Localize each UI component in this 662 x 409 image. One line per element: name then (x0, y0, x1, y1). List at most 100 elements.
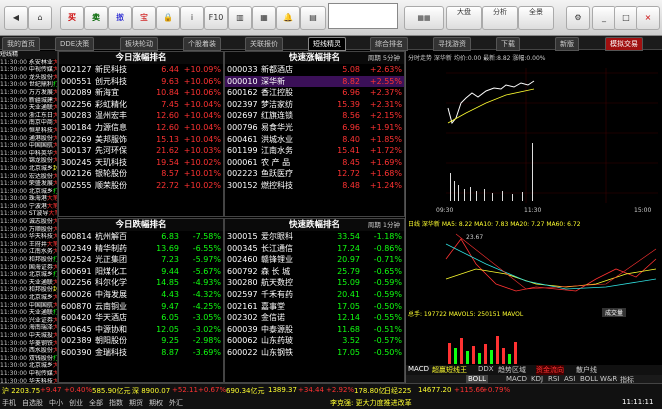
short-line-row[interactable]: 11:30:00 珠海港大笔卖出 (0, 195, 57, 203)
indicator-tab-macd[interactable]: MACD (408, 365, 429, 373)
ranking-row[interactable]: 600792 森 长 城 25.79 -0.65% (225, 266, 404, 278)
short-line-row[interactable]: 11:30:00 万方发展大笔买入 (0, 89, 57, 97)
ranking-row[interactable]: 600022 山东钢铁 17.05 -0.50% (225, 347, 404, 359)
ranking-row[interactable]: 600691 阳煤化工 9.44 -5.67% (59, 266, 223, 278)
short-line-row[interactable]: 11:30:00 中国国航大笔买入 (0, 142, 57, 150)
tab-dde[interactable]: DDE决策 (55, 37, 95, 51)
ranking-row[interactable]: 300152 燃控科技 8.48 +1.24% (225, 180, 404, 192)
bottom-tab-macd[interactable]: MACD (506, 375, 527, 383)
short-line-row[interactable]: 11:30:00 中视传媒大笔卖出 (0, 66, 57, 74)
ranking-row[interactable]: 600645 中源协和 12.05 -3.02% (59, 324, 223, 336)
ranking-row[interactable]: 002524 光正集团 7.23 -5.97% (59, 254, 223, 266)
grid-icon[interactable]: ▦ (252, 6, 276, 30)
short-line-row[interactable]: 11:30:00 北京城乡大笔卖出 (0, 362, 57, 370)
short-line-row[interactable]: 11:30:00 永安林业大笔卖出 (0, 59, 57, 67)
tab-stock[interactable]: 个股着装 (183, 37, 221, 51)
short-line-row[interactable]: 11:30:00 北京城乡打开涨停 (0, 271, 57, 279)
ranking-row[interactable]: 002161 嘉事堂 17.05 -0.50% (225, 301, 404, 313)
indicator-tab-fund-flow[interactable]: 资金流向 (536, 365, 564, 375)
indicator-tab-chaoying[interactable]: 超赢短线王 (432, 365, 467, 375)
short-line-row[interactable]: 11:30:00 浙江东日大笔卖出 (0, 112, 57, 120)
short-line-row[interactable]: 11:30:00 通港股份大笔卖出 (0, 135, 57, 143)
intraday-chart[interactable] (406, 63, 662, 213)
ranking-row[interactable]: 600420 华天酒店 6.05 -3.05% (59, 312, 223, 324)
ranking-row[interactable]: 600026 中海发展 4.43 -4.32% (59, 289, 223, 301)
ranking-row[interactable]: 000551 创元科技 9.63 +10.06% (59, 76, 223, 88)
volume-tag[interactable]: 成交量 (602, 308, 627, 317)
ranking-row[interactable]: 002256 科尔化学 14.85 -4.93% (59, 277, 223, 289)
volume-chart[interactable] (406, 318, 662, 364)
ranking-row[interactable]: 300245 天玑科技 19.54 +10.02% (59, 157, 223, 169)
market-label-3[interactable]: 全景 (518, 6, 554, 30)
short-line-row[interactable]: 11:30:00 王府井大笔卖出 (0, 241, 57, 249)
info-icon[interactable]: i (180, 6, 204, 30)
short-line-row[interactable]: 11:30:00 世纪鼎利打开跌停 (0, 81, 57, 89)
bell-icon[interactable]: 🔔 (276, 6, 300, 30)
short-line-row[interactable]: 11:30:00 中视传媒大笔卖出 (0, 370, 57, 378)
status-menu-item[interactable]: 期货 (129, 399, 143, 407)
tab-home[interactable]: 我的首页 (2, 37, 40, 51)
short-line-row[interactable]: 11:30:00 北京城乡封涨停板 (0, 165, 57, 173)
short-line-row[interactable]: 11:30:00 ST波导大笔卖出 (0, 210, 57, 218)
sell-button[interactable]: 卖 (84, 6, 108, 30)
fast-losers-period[interactable]: 周期 1分钟 (368, 219, 400, 231)
bottom-tab-rsi[interactable]: RSI (548, 375, 559, 383)
tab-hot-money[interactable]: 寻找游资 (433, 37, 471, 51)
ranking-row[interactable]: 600390 金瑞科技 8.87 -3.69% (59, 347, 223, 359)
indicator-tab-ddx[interactable]: DDX (478, 365, 494, 373)
short-line-row[interactable]: 11:30:00 天业通联大笔买入 (0, 104, 57, 112)
short-line-row[interactable]: 11:30:00 天业通联打开涨停 (0, 309, 57, 317)
indicator-tab-retail[interactable]: 散户线 (576, 365, 597, 375)
news-ticker[interactable]: 李克强: 更大力度推进改革 (330, 398, 412, 408)
short-line-row[interactable]: 11:30:00 宁波港大笔买入 (0, 203, 57, 211)
status-menu-item[interactable]: 指数 (109, 399, 123, 407)
ranking-row[interactable]: 002460 赣锋锂业 20.97 -0.71% (225, 254, 404, 266)
indicator-tab-trend[interactable]: 趋势区域 (498, 365, 526, 375)
ranking-row[interactable]: 002302 金信诺 12.14 -0.55% (225, 312, 404, 324)
short-line-row[interactable]: 11:30:00 荣盛发展大笔卖出 (0, 180, 57, 188)
tab-related[interactable]: 关联报价 (245, 37, 283, 51)
ranking-row[interactable]: 000061 农 产 品 8.45 +1.69% (225, 157, 404, 169)
buy-button[interactable]: 买 (60, 6, 84, 30)
short-line-row[interactable]: 11:30:00 和邦股份打开涨停 (0, 256, 57, 264)
tab-ranking[interactable]: 综合排名 (370, 37, 408, 51)
market-label-2[interactable]: 分析 (482, 6, 518, 30)
ranking-row[interactable]: 000010 深华新 8.82 +2.55% (225, 75, 404, 88)
short-line-row[interactable]: 11:30:00 恒星科技大笔卖出 (0, 127, 57, 135)
short-line-row[interactable]: 11:30:00 宏达股份大笔买入 (0, 173, 57, 181)
ranking-row[interactable]: 002127 新民科技 6.44 +10.09% (59, 64, 223, 76)
bottom-tab-kdj[interactable]: KDJ (531, 375, 543, 383)
bao-button[interactable]: 宝 (132, 6, 156, 30)
ranking-row[interactable]: 002256 彩虹精化 7.45 +10.04% (59, 99, 223, 111)
close-button[interactable]: × (636, 6, 660, 30)
ranking-row[interactable]: 000345 长江通信 17.24 -0.86% (225, 243, 404, 255)
status-menu-item[interactable]: 期权 (149, 399, 163, 407)
settings-icon[interactable]: ⚙ (566, 6, 590, 30)
short-line-row[interactable]: 11:30:00 中天城投大笔买入 (0, 332, 57, 340)
short-line-row[interactable]: 11:30:00 海南瑞泽大笔卖出 (0, 324, 57, 332)
short-line-row[interactable]: 11:30:00 兴业证券大笔卖出 (0, 317, 57, 325)
ranking-row[interactable]: 300137 先河环保 21.62 +10.03% (59, 145, 223, 157)
ranking-row[interactable]: 600814 杭州解百 6.83 -7.58% (59, 231, 223, 243)
short-line-row[interactable]: 11:30:00 天业通联大笔买入 (0, 279, 57, 287)
status-menu-item[interactable]: 创业 (69, 399, 83, 407)
news-icon[interactable]: ▤ (300, 6, 326, 30)
short-line-row[interactable]: 11:30:00 龙头股份大笔买入 (0, 74, 57, 82)
status-menu-item[interactable]: 外汇 (169, 399, 183, 407)
ranking-row[interactable]: 002397 梦洁家纺 15.39 +2.31% (225, 99, 404, 111)
home-button[interactable]: ⌂ (28, 6, 52, 30)
status-menu-item[interactable]: 全部 (89, 399, 103, 407)
ranking-row[interactable]: 600062 山东药玻 3.52 -0.57% (225, 335, 404, 347)
bottom-tab-boll-2[interactable]: BOLL (580, 375, 598, 383)
status-menu-item[interactable]: 中小 (49, 399, 63, 407)
tab-short-line[interactable]: 短线精灵 (308, 37, 346, 51)
ranking-row[interactable]: 002089 新海宜 10.84 +10.06% (59, 87, 223, 99)
status-menu-item[interactable]: 自选股 (22, 399, 43, 407)
ranking-row[interactable]: 000796 易食华光 6.96 +1.91% (225, 122, 404, 134)
f10-button[interactable]: F10 (204, 6, 228, 30)
short-line-row[interactable]: 11:30:00 国海证券大笔卖出 (0, 264, 57, 272)
market-summary-button[interactable]: ▦▦ (404, 6, 444, 30)
short-line-row[interactable]: 11:30:00 锦龙股份大笔卖出 (0, 157, 57, 165)
short-line-row[interactable]: 11:30:00 和邦股份封涨停板 (0, 286, 57, 294)
tab-sector[interactable]: 板块轮动 (120, 37, 158, 51)
